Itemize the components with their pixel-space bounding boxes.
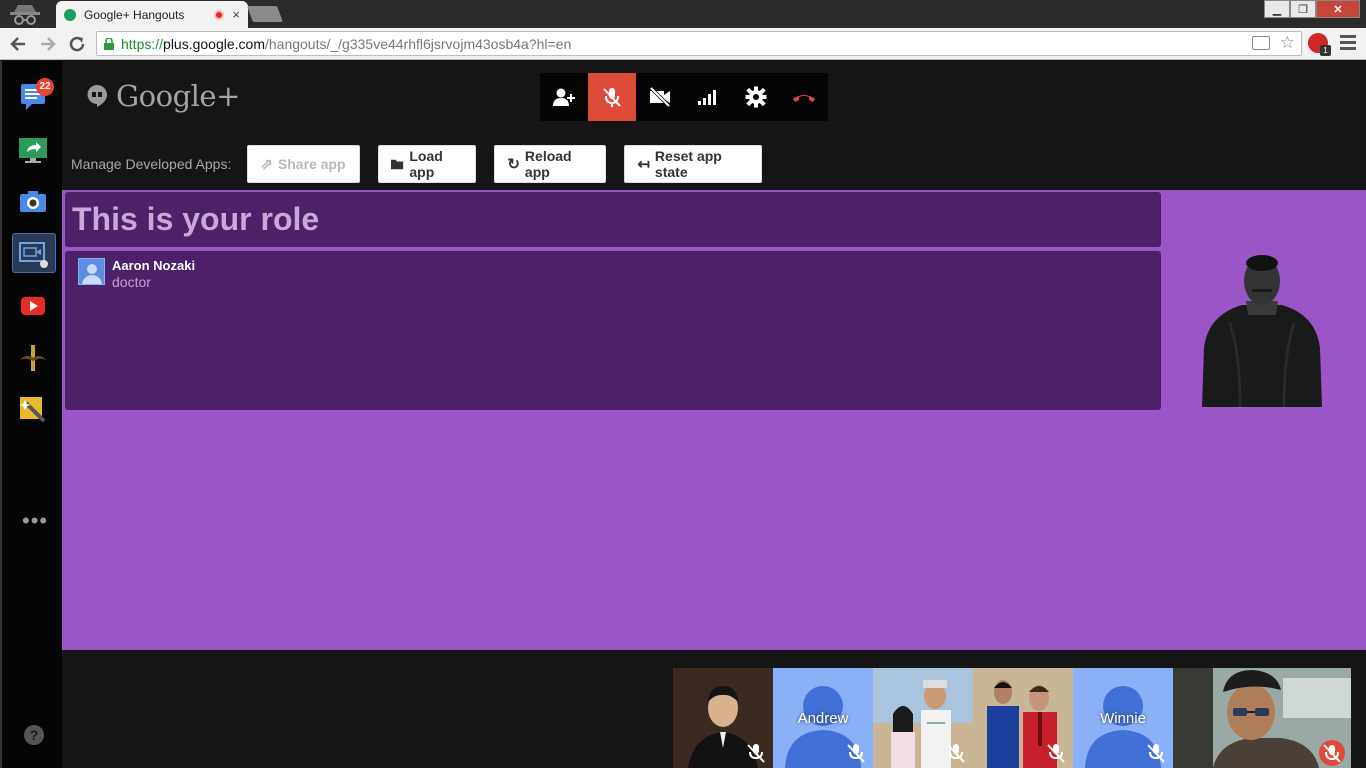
maximize-button[interactable]: ❐ [1290,0,1316,18]
featured-participant-image [1202,255,1322,407]
new-tab-button[interactable] [247,6,283,22]
url-path: /hangouts/_/g335ve44rhfl6jsrvojm43osb4a?… [264,35,572,52]
share-app-label: Share app [277,156,346,172]
help-button[interactable]: ? [24,725,44,745]
hangouts-favicon-icon [64,8,76,21]
chrome-menu-icon[interactable] [1340,35,1356,53]
participant-name-label: Winnie [1100,710,1146,727]
effects-icon[interactable] [18,395,48,425]
reset-app-state-button[interactable]: ↤ Reset app state [624,145,763,183]
camera-permission-icon[interactable] [1251,36,1270,50]
reload-button[interactable] [65,32,89,56]
reload-icon [69,36,85,52]
role-title: This is your role [72,201,320,237]
participant-thumbnail[interactable] [873,668,973,768]
load-app-label: Load app [409,148,443,180]
participant-role-entry: Aaron Nozaki doctor [78,258,195,291]
forward-button[interactable] [36,32,60,56]
notification-badge: 22 [36,78,54,96]
call-controls [540,73,828,121]
mute-mic-button[interactable] [588,73,636,121]
participant-muted-icon [1147,744,1165,763]
developer-apps-bar: Manage Developed Apps: ⇗ Share app Load a… [71,145,780,183]
self-muted-indicator [1319,740,1345,766]
youtube-icon[interactable] [18,291,48,321]
app-stage: This is your role Aaron Nozaki doctor [62,190,1366,650]
toggle-camera-button[interactable] [636,73,684,121]
participant-name: Aaron Nozaki [112,258,196,273]
mic-muted-icon [1323,744,1341,763]
developer-apps-label: Manage Developed Apps: [71,156,232,172]
logo-text: Google+ [116,79,240,113]
load-app-button[interactable]: Load app [378,145,477,183]
hangouts-bubble-icon [87,85,107,107]
address-bar[interactable]: https://plus.google.com/hangouts/_/g335v… [96,31,1302,56]
reset-app-state-label: Reset app state [654,148,722,180]
url-text: https://plus.google.com/hangouts/_/g335v… [121,36,571,52]
participant-role: doctor [112,274,151,290]
reset-arrow-icon: ↤ [637,156,650,173]
mustache-icon[interactable] [18,343,48,373]
recording-indicator-icon [214,9,225,20]
reload-app-label: Reload app [524,148,572,180]
more-apps-button[interactable]: ••• [22,510,48,532]
omnibox-icons: ☆ [1251,34,1295,51]
window-controls: ▁ ❐ ✕ [1264,0,1360,18]
back-arrow-icon [10,37,25,51]
participant-thumbnail[interactable] [973,668,1073,768]
participant-name-label: Andrew [797,710,849,727]
participant-thumbnail[interactable] [673,668,773,768]
url-host: plus.google.com [163,35,265,52]
reload-app-icon: ↻ [507,156,520,173]
google-plus-logo: Google+ [86,79,240,113]
extension-badge: 1 [1320,45,1331,56]
tab-title: Google+ Hangouts [84,7,185,22]
incognito-icon [10,5,40,25]
settings-icon [745,86,767,108]
role-card: Aaron Nozaki doctor [65,251,1161,410]
participant-muted-icon [1047,744,1065,763]
back-button[interactable] [6,32,30,56]
camera-icon[interactable] [18,187,48,217]
participant-thumbnail[interactable]: Andrew [773,668,873,768]
role-header: This is your role [65,192,1161,247]
folder-icon [391,159,404,169]
hangup-icon [793,95,815,102]
participant-muted-icon [847,744,865,763]
participant-filmstrip: Andrew Winnie [673,668,1351,768]
hangout-main: Google+ Manage Developed Apps: ⇗ Share a… [62,61,1366,768]
reload-app-button[interactable]: ↻ Reload app [494,145,607,183]
bookmark-star-icon[interactable]: ☆ [1280,34,1295,51]
settings-button[interactable] [732,73,780,121]
bandwidth-icon [698,90,716,105]
browser-toolbar: https://plus.google.com/hangouts/_/g335v… [0,28,1366,60]
participant-thumbnail[interactable]: Winnie [1073,668,1173,768]
forward-arrow-icon [41,37,56,51]
avatar [78,258,105,285]
invite-people-button[interactable] [540,73,588,121]
share-icon: ⇗ [260,156,273,173]
browser-titlebar: Google+ Hangouts × ▁ ❐ ✕ [0,0,1366,28]
lock-icon [104,37,114,50]
mic-muted-icon [603,88,621,107]
browser-tab-hangouts[interactable]: Google+ Hangouts × [56,1,248,28]
self-video-thumbnail[interactable] [1173,668,1351,768]
participant-muted-icon [947,744,965,763]
url-scheme: https:// [121,35,164,52]
hang-up-button[interactable] [780,73,828,121]
invite-icon [553,88,575,106]
bandwidth-button[interactable] [684,73,732,121]
apps-rail: 22 ••• ? [0,61,62,768]
screenshare-icon[interactable] [18,135,48,165]
close-window-button[interactable]: ✕ [1316,0,1360,18]
hangout-app-icon[interactable] [18,239,48,269]
share-app-button[interactable]: ⇗ Share app [247,145,361,183]
camera-off-icon [649,86,671,108]
minimize-button[interactable]: ▁ [1264,0,1290,18]
tab-close-button[interactable]: × [232,7,240,22]
participant-muted-icon [747,744,765,763]
